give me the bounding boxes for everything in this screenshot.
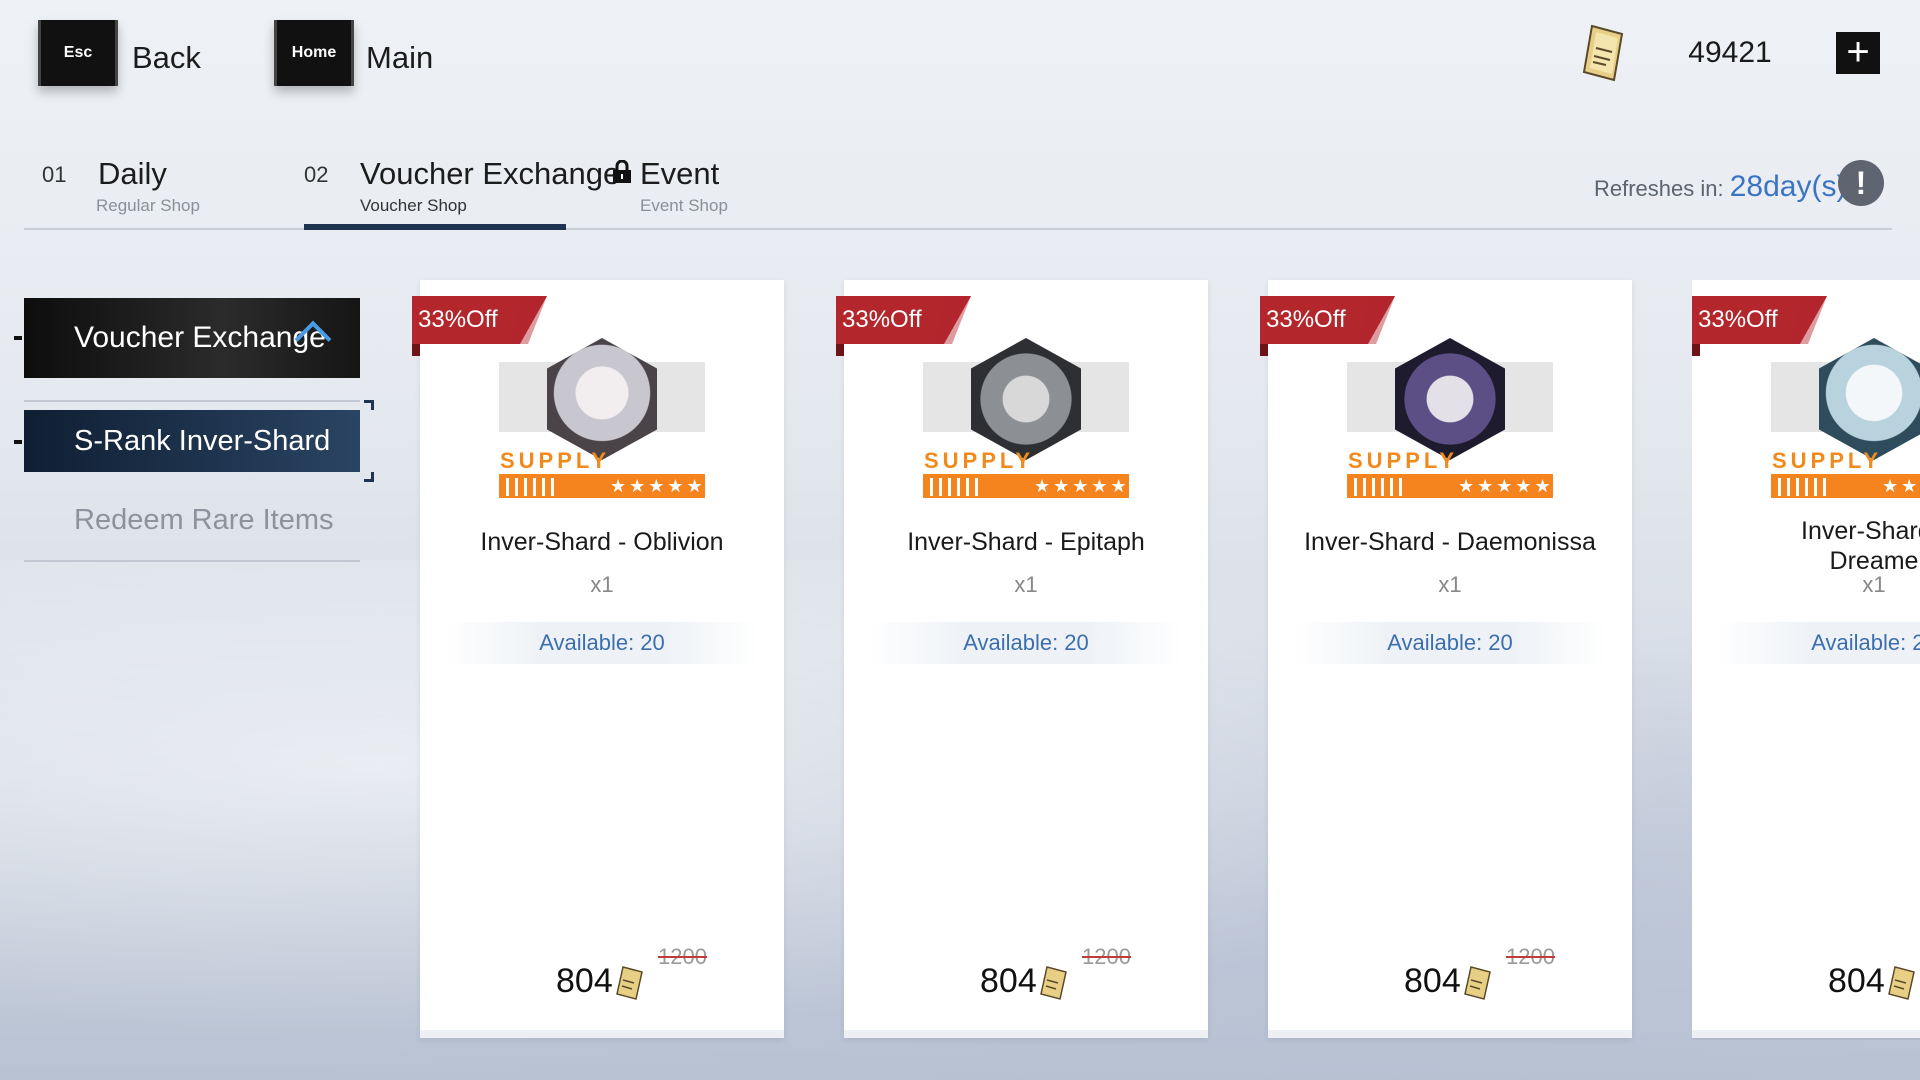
supply-label: SUPPLY: [924, 448, 1035, 473]
card-footer: [844, 1030, 1208, 1038]
badge-fold: [836, 344, 844, 356]
discount-label: 33%Off: [1266, 306, 1346, 333]
refresh-label: Refreshes in:: [1594, 176, 1724, 201]
sidebar-item-s-rank-inver-shard[interactable]: S-Rank Inver-Shard: [24, 410, 360, 472]
item-price: 804: [1404, 962, 1461, 1000]
availability-text: Available: 20: [539, 630, 665, 655]
original-price: 1200: [658, 944, 707, 969]
voucher-currency-icon: [1582, 24, 1624, 82]
rarity-stripes: [506, 478, 560, 496]
rarity-stars-icon: ★★★★★: [1458, 476, 1554, 496]
refresh-timer: Refreshes in: 28day(s): [1594, 170, 1846, 204]
sidebar-divider: [24, 560, 360, 562]
sidebar-marker: [14, 440, 22, 444]
item-price: 804: [556, 962, 613, 1000]
supply-label: SUPPLY: [1772, 448, 1883, 473]
tab-voucher-subtitle: Voucher Shop: [360, 196, 467, 215]
rarity-stripes: [1778, 478, 1832, 496]
supply-label: SUPPLY: [1348, 448, 1459, 473]
sidebar-item-redeem-rare-items[interactable]: Redeem Rare Items: [74, 504, 334, 537]
rarity-stars-icon: ★★★★★: [1882, 476, 1920, 496]
card-footer: [1692, 1030, 1920, 1038]
item-name: Inver-Shard - Epitaph: [907, 528, 1145, 556]
discount-label: 33%Off: [842, 306, 922, 333]
tab-daily-number: 01: [42, 162, 67, 187]
shop-card[interactable]: 33%Off SUPPLY ★★★★★ Inver-Shard - Dreame…: [1692, 280, 1920, 1040]
tab-daily-subtitle: Regular Shop: [96, 196, 200, 215]
item-name: Inver-Shard - Dreame: [1801, 517, 1920, 575]
item-quantity: x1: [1014, 572, 1038, 597]
rarity-stars-icon: ★★★★★: [610, 476, 706, 496]
info-button[interactable]: !: [1838, 160, 1884, 206]
refresh-value: 28day(s): [1729, 170, 1847, 203]
item-price: 804: [980, 962, 1037, 1000]
voucher-currency-icon: [1040, 966, 1067, 1000]
rarity-stripes: [1354, 478, 1408, 496]
tab-daily[interactable]: Daily: [98, 156, 167, 192]
item-quantity: x1: [590, 572, 614, 597]
tab-event[interactable]: Event: [640, 156, 719, 192]
tab-voucher-exchange[interactable]: Voucher Exchange: [360, 156, 620, 192]
rarity-stripes: [930, 478, 984, 496]
esc-key-icon[interactable]: Esc: [38, 20, 118, 86]
availability-text: Available: 20: [1811, 630, 1920, 655]
tab-voucher-number: 02: [304, 162, 329, 187]
selection-bracket-top: [364, 400, 374, 410]
item-name: Inver-Shard - Oblivion: [480, 528, 724, 556]
item-name: Inver-Shard - Daemonissa: [1304, 528, 1596, 556]
item-quantity: x1: [1862, 572, 1886, 597]
supply-label: SUPPLY: [500, 448, 611, 473]
selection-bracket-bottom: [364, 472, 374, 482]
home-key-icon[interactable]: Home: [274, 20, 354, 86]
card-footer: [420, 1030, 784, 1038]
availability-text: Available: 20: [1387, 630, 1513, 655]
sidebar-divider: [24, 400, 360, 402]
rarity-stars-icon: ★★★★★: [1034, 476, 1130, 496]
discount-label: 33%Off: [418, 306, 498, 333]
sidebar-marker: [14, 336, 22, 340]
item-quantity: x1: [1438, 572, 1462, 597]
add-currency-button[interactable]: +: [1836, 32, 1880, 74]
original-price: 1200: [1506, 944, 1555, 969]
tab-event-subtitle: Event Shop: [640, 196, 728, 215]
lock-icon: [613, 160, 631, 183]
main-button[interactable]: Main: [366, 40, 433, 76]
card-footer: [1268, 1030, 1632, 1038]
badge-fold: [1260, 344, 1268, 356]
discount-label: 33%Off: [1698, 306, 1778, 333]
active-tab-indicator: [304, 224, 566, 230]
back-button[interactable]: Back: [132, 40, 201, 76]
voucher-currency-icon: [1888, 966, 1915, 1000]
voucher-currency-icon: [1464, 966, 1491, 1000]
currency-balance: 49421: [1688, 36, 1772, 69]
item-price: 804: [1828, 962, 1885, 1000]
badge-fold: [412, 344, 420, 356]
badge-fold: [1692, 344, 1700, 356]
availability-text: Available: 20: [963, 630, 1089, 655]
original-price: 1200: [1082, 944, 1131, 969]
voucher-currency-icon: [616, 966, 643, 1000]
